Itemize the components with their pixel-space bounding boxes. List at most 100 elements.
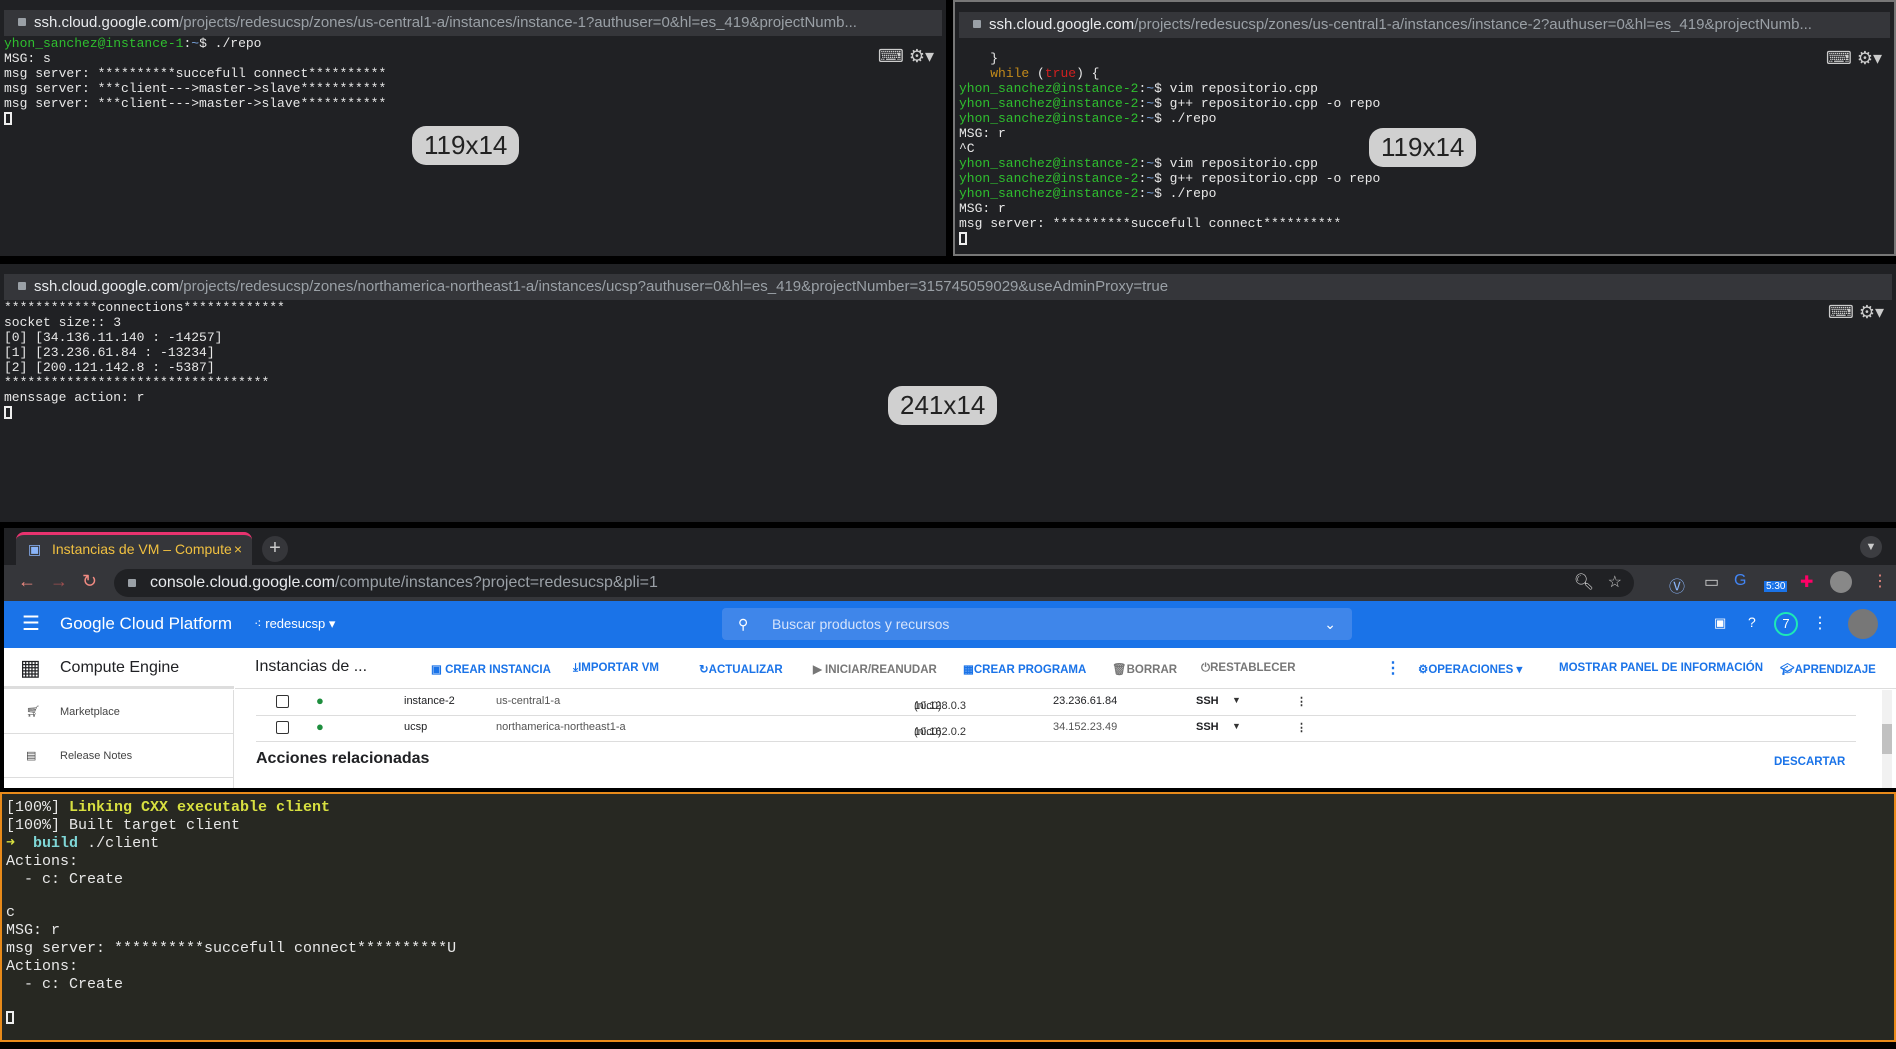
ssh-dropdown-icon[interactable]: ▼ (1232, 721, 1241, 731)
create-instance-button[interactable]: ▣ CREAR INSTANCIA (431, 662, 551, 676)
ssh-terminal-ucsp[interactable]: ssh.cloud.google.com/projects/redesucsp/… (0, 264, 1896, 522)
terminal-line: msg server: **********succefull connect*… (4, 66, 946, 81)
bookmark-star-icon[interactable]: ☆ (1608, 569, 1622, 597)
external-ip[interactable]: 23.236.61.84 (1053, 695, 1117, 707)
chevron-down-icon[interactable]: ⌄ (1324, 608, 1336, 640)
url-bar: ssh.cloud.google.com/projects/redesucsp/… (959, 12, 1890, 38)
tab-vm-instances[interactable]: ▣ Instancias de VM – Compute × (16, 532, 252, 565)
terminal-text: ( (1029, 66, 1045, 81)
tab-bar: ▣ Instancias de VM – Compute × + ▼ (4, 528, 1896, 565)
back-icon[interactable]: ← (18, 571, 36, 592)
terminal-text: msg server: ***client--->master->slave**… (4, 81, 387, 96)
instance-row[interactable]: ● instance-2 us-central1-a 10.128.0.3 (n… (256, 690, 1856, 716)
create-schedule-button[interactable]: ▦CREAR PROGRAMA (963, 662, 1086, 676)
terminal-line: while (true) { (959, 66, 1894, 81)
extension-timer-badge[interactable]: 5:30 (1764, 581, 1788, 592)
keyboard-settings-icons[interactable]: ⌨ ⚙▾ (878, 46, 934, 67)
google-translate-icon[interactable]: G (1734, 572, 1746, 590)
tab-search-icon[interactable]: ▼ (1860, 536, 1882, 558)
refresh-button[interactable]: ↻ACTUALIZAR (699, 662, 783, 676)
terminal-text: ********************************** (4, 375, 270, 390)
ssh-terminal-instance-1[interactable]: ssh.cloud.google.com/projects/redesucsp/… (0, 0, 946, 256)
operations-button[interactable]: ⚙OPERACIONES ▾ (1418, 662, 1522, 676)
action-toolbar: Instancias de ... ▣ CREAR INSTANCIA ⤓IMP… (235, 648, 1896, 689)
close-tab-icon[interactable]: × (234, 535, 242, 563)
start-resume-button[interactable]: ▶ INICIAR/REANUDAR (813, 662, 937, 676)
instance-name[interactable]: instance-2 (404, 695, 455, 707)
terminal-text: ~ (1146, 186, 1155, 201)
reset-button[interactable]: ⏻RESTABLECER (1201, 662, 1296, 675)
ssh-button[interactable]: SSH (1196, 695, 1219, 707)
terminal-text: ~ (1146, 156, 1155, 171)
project-selector[interactable]: ⁖ redesucsp ▾ (254, 616, 335, 632)
keyboard-settings-icons[interactable]: ⌨ ⚙▾ (1828, 302, 1884, 323)
new-tab-button[interactable]: + (262, 536, 288, 562)
terminal-line: [100%] Linking CXX executable client (6, 799, 1894, 817)
extension-v-icon[interactable]: Ⓥ (1669, 573, 1685, 597)
terminal-text: } (959, 51, 999, 66)
terminal-text: [100%] (6, 799, 70, 816)
terminal-text: $ g++ repositorio.cpp -o repo (1154, 171, 1381, 186)
browser-menu-icon[interactable]: ⋮ (1872, 571, 1888, 591)
terminal-line: msg server: ***client--->master->slave**… (4, 81, 946, 96)
notes-icon: ▤ (26, 750, 37, 762)
url-bar: ssh.cloud.google.com/projects/redesucsp/… (4, 274, 1892, 300)
row-checkbox[interactable] (276, 695, 289, 708)
terminal-text: $ ./repo (1154, 186, 1217, 201)
help-icon[interactable]: ? (1748, 614, 1756, 630)
ssh-dropdown-icon[interactable]: ▼ (1232, 695, 1241, 705)
address-bar[interactable]: console.cloud.google.com/compute/instanc… (114, 569, 1634, 597)
dismiss-button[interactable]: DESCARTAR (1774, 756, 1845, 768)
notifications-badge[interactable]: 7 (1774, 612, 1798, 636)
zoom-icon[interactable]: 🔍︎ (1574, 569, 1594, 597)
ssh-button[interactable]: SSH (1196, 721, 1219, 733)
terminal-line: ➜ build ./client (6, 835, 1894, 853)
search-input[interactable]: ⚲ Buscar productos y recursos ⌄ (722, 608, 1352, 640)
reload-icon[interactable]: ↻ (82, 571, 97, 592)
terminal-text: menssage action: r (4, 390, 145, 405)
terminal-text: ) { (1076, 66, 1100, 81)
terminal-text: yhon_sanchez@instance-2 (959, 111, 1139, 126)
terminal-text: yhon_sanchez@instance-2 (959, 156, 1139, 171)
scrollbar[interactable] (1882, 690, 1892, 788)
keyboard-settings-icons[interactable]: ⌨ ⚙▾ (1826, 48, 1882, 69)
show-info-panel-button[interactable]: MOSTRAR PANEL DE INFORMACIÓN (1559, 662, 1763, 674)
instance-name[interactable]: ucsp (404, 721, 427, 733)
size-badge: 241x14 (888, 386, 998, 425)
hamburger-menu-icon[interactable]: ☰ (22, 611, 40, 636)
local-terminal[interactable]: [100%] Linking CXX executable client [100… (0, 792, 1896, 1042)
instance-row[interactable]: ● ucsp northamerica-northeast1-a 10.162.… (256, 716, 1856, 742)
cloud-shell-icon[interactable]: ▣ (1714, 615, 1726, 631)
row-menu-icon[interactable]: ⋮ (1296, 695, 1307, 708)
brand-logo[interactable]: Google Cloud Platform (60, 614, 232, 634)
terminal-line: yhon_sanchez@instance-2:~$ g++ repositor… (959, 96, 1894, 111)
delete-button[interactable]: 🗑︎BORRAR (1112, 662, 1177, 676)
learning-button[interactable]: 🎓︎APRENDIZAJE (1780, 662, 1876, 676)
cart-icon: 🛒︎ (26, 706, 40, 718)
extensions-puzzle-icon[interactable]: ✚ (1800, 572, 1813, 592)
more-options-icon[interactable]: ⋮ (1812, 613, 1828, 633)
ssh-terminal-instance-2[interactable]: ssh.cloud.google.com/projects/redesucsp/… (953, 0, 1896, 256)
terminal-line: yhon_sanchez@instance-2:~$ ./repo (959, 186, 1894, 201)
extension-terminal-icon[interactable]: ▭ (1704, 572, 1719, 592)
terminal-text: $ vim repositorio.cpp (1154, 81, 1318, 96)
more-actions-icon[interactable]: ⋮ (1385, 658, 1401, 678)
import-vm-button[interactable]: ⤓IMPORTAR VM (573, 662, 659, 675)
profile-avatar[interactable] (1830, 571, 1852, 593)
related-actions-title: Acciones relacionadas (256, 750, 430, 767)
sidebar-item-marketplace[interactable]: 🛒︎ Marketplace (4, 690, 233, 734)
terminal-text: socket size:: 3 (4, 315, 122, 330)
terminal-cursor (6, 1010, 14, 1024)
product-title: ▦ Compute Engine (4, 648, 234, 689)
sidebar-item-release-notes[interactable]: ▤ Release Notes (4, 734, 233, 778)
terminal-cursor (4, 406, 12, 420)
terminal-text: Actions: (6, 853, 79, 870)
lock-icon (973, 20, 981, 28)
row-menu-icon[interactable]: ⋮ (1296, 721, 1307, 734)
row-checkbox[interactable] (276, 721, 289, 734)
account-avatar[interactable] (1848, 609, 1878, 639)
external-ip: 34.152.23.49 (1053, 721, 1118, 733)
terminal-line: Actions: (6, 853, 1894, 871)
forward-icon[interactable]: → (50, 571, 68, 592)
